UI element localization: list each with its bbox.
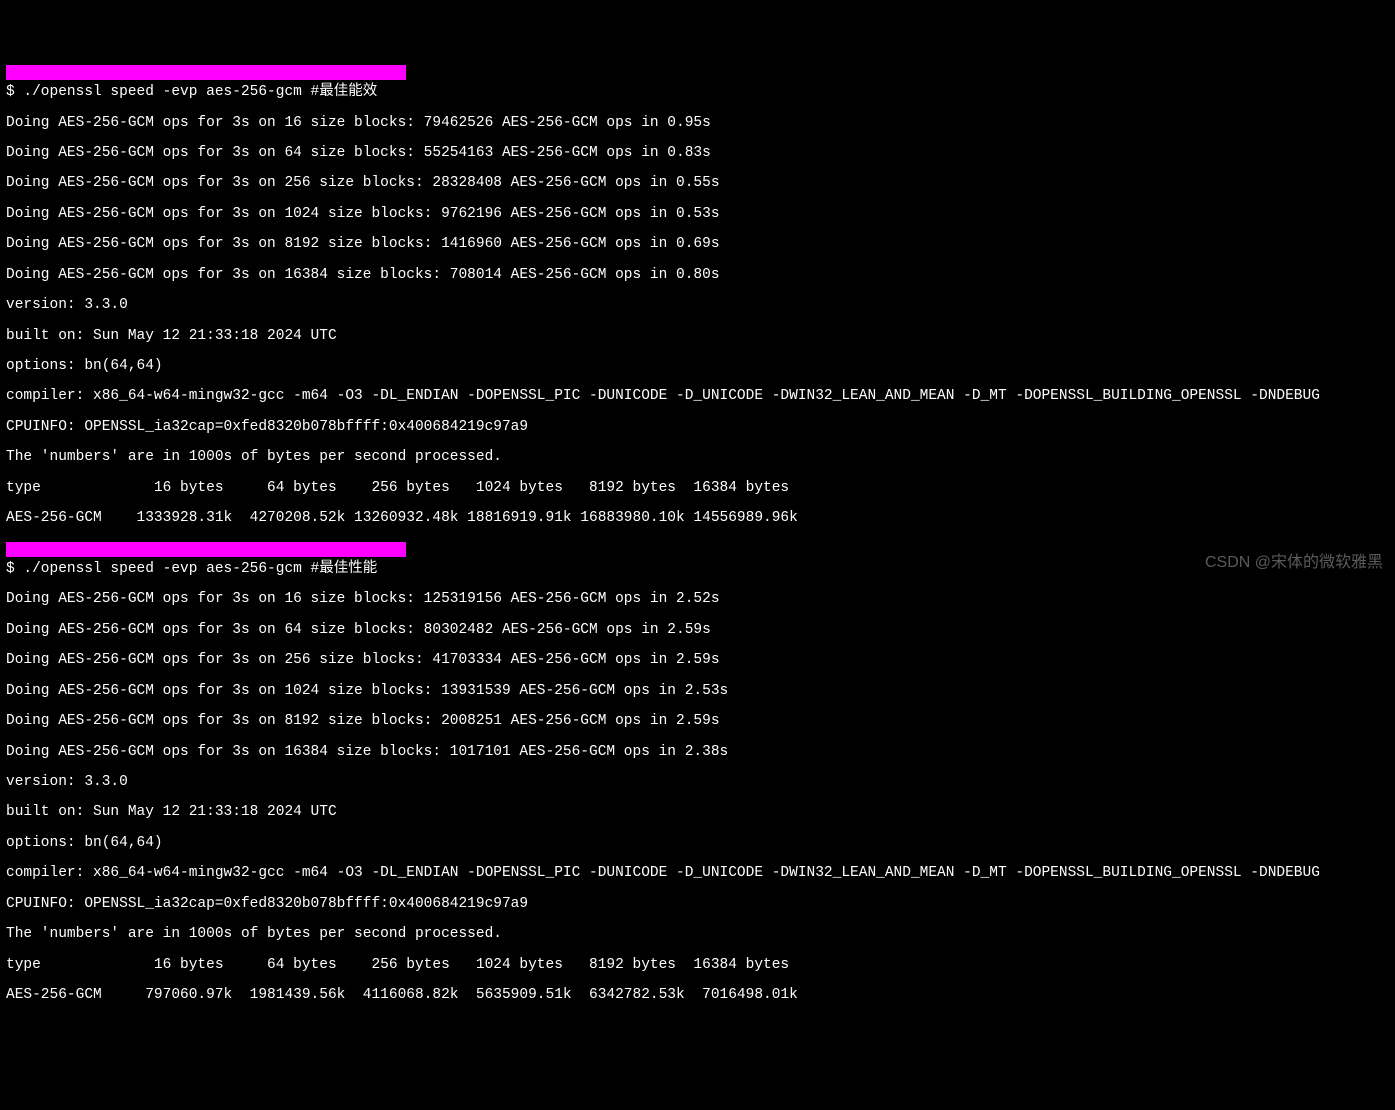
version-line: version: 3.3.0 xyxy=(6,775,1389,790)
output-line: Doing AES-256-GCM ops for 3s on 1024 siz… xyxy=(6,684,1389,699)
version-line: version: 3.3.0 xyxy=(6,298,1389,313)
table-result: AES-256-GCM 1333928.31k 4270208.52k 1326… xyxy=(6,511,1389,526)
output-line: Doing AES-256-GCM ops for 3s on 16384 si… xyxy=(6,745,1389,760)
legend-line: The 'numbers' are in 1000s of bytes per … xyxy=(6,927,1389,942)
output-line: Doing AES-256-GCM ops for 3s on 64 size … xyxy=(6,623,1389,638)
table-header: type 16 bytes 64 bytes 256 bytes 1024 by… xyxy=(6,481,1389,496)
output-line: Doing AES-256-GCM ops for 3s on 256 size… xyxy=(6,176,1389,191)
output-line: Doing AES-256-GCM ops for 3s on 16 size … xyxy=(6,116,1389,131)
watermark: CSDN @宋体的微软雅黑 xyxy=(1205,555,1383,572)
table-header: type 16 bytes 64 bytes 256 bytes 1024 by… xyxy=(6,958,1389,973)
output-line: Doing AES-256-GCM ops for 3s on 256 size… xyxy=(6,653,1389,668)
cpuinfo-line: CPUINFO: OPENSSL_ia32cap=0xfed8320b078bf… xyxy=(6,897,1389,912)
built-line: built on: Sun May 12 21:33:18 2024 UTC xyxy=(6,329,1389,344)
table-result: AES-256-GCM 797060.97k 1981439.56k 41160… xyxy=(6,988,1389,1003)
cpuinfo-line: CPUINFO: OPENSSL_ia32cap=0xfed8320b078bf… xyxy=(6,420,1389,435)
output-line: Doing AES-256-GCM ops for 3s on 16384 si… xyxy=(6,268,1389,283)
redacted-block-1 xyxy=(6,65,406,80)
built-line: built on: Sun May 12 21:33:18 2024 UTC xyxy=(6,805,1389,820)
command-prompt-2: $ ./openssl speed -evp aes-256-gcm #最佳性能 xyxy=(6,562,1389,577)
legend-line: The 'numbers' are in 1000s of bytes per … xyxy=(6,450,1389,465)
output-line: Doing AES-256-GCM ops for 3s on 1024 siz… xyxy=(6,207,1389,222)
output-line: Doing AES-256-GCM ops for 3s on 8192 siz… xyxy=(6,714,1389,729)
compiler-line: compiler: x86_64-w64-mingw32-gcc -m64 -O… xyxy=(6,389,1389,404)
command-prompt-1: $ ./openssl speed -evp aes-256-gcm #最佳能效 xyxy=(6,85,1389,100)
options-line: options: bn(64,64) xyxy=(6,359,1389,374)
compiler-line: compiler: x86_64-w64-mingw32-gcc -m64 -O… xyxy=(6,866,1389,881)
options-line: options: bn(64,64) xyxy=(6,836,1389,851)
output-line: Doing AES-256-GCM ops for 3s on 16 size … xyxy=(6,592,1389,607)
output-line: Doing AES-256-GCM ops for 3s on 64 size … xyxy=(6,146,1389,161)
output-line: Doing AES-256-GCM ops for 3s on 8192 siz… xyxy=(6,237,1389,252)
redacted-block-2 xyxy=(6,542,406,557)
